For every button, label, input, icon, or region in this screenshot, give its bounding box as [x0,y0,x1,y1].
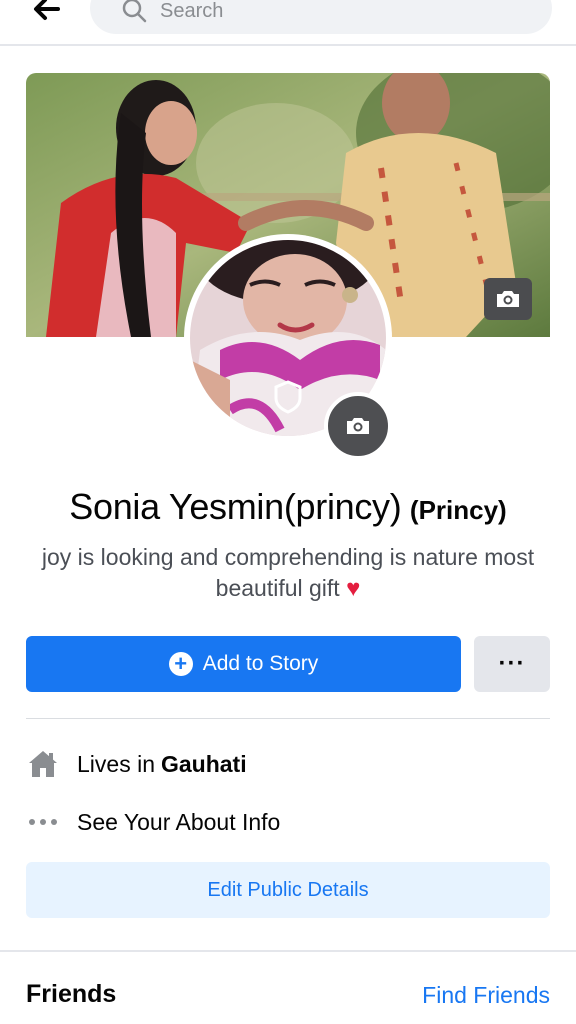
search-placeholder: Search [160,0,224,22]
ellipsis-icon [26,805,60,839]
edit-cover-photo-button[interactable] [484,278,532,320]
profile-alternate-name: (Princy) [409,495,507,525]
add-to-story-button[interactable]: + Add to Story [26,636,461,692]
camera-icon [347,418,369,434]
lives-in-city[interactable]: Gauhati [161,751,247,778]
more-dots-icon: ··· [498,650,526,677]
profile-bio: joy is looking and comprehending is natu… [40,542,536,604]
section-divider [0,950,576,952]
divider [26,718,550,719]
profile-name: Sonia Yesmin(princy) [69,486,402,527]
home-icon [26,747,60,781]
camera-icon [497,291,519,307]
arrow-left-icon [34,0,60,20]
bio-text: joy is looking and comprehending is natu… [41,544,535,601]
plus-circle-icon: + [168,652,193,676]
see-about-info-row[interactable]: See Your About Info [26,802,550,842]
edit-profile-photo-button[interactable] [324,392,392,460]
find-friends-link[interactable]: Find Friends [422,982,550,1009]
add-to-story-label: Add to Story [202,652,319,675]
back-button[interactable] [26,0,66,26]
edit-public-details-label: Edit Public Details [207,878,369,901]
more-options-button[interactable]: ··· [474,636,550,692]
see-about-info-label: See Your About Info [77,808,281,835]
profile-name-row: Sonia Yesmin(princy) (Princy) [0,486,576,528]
top-bar: Search [0,0,576,46]
friends-section-title: Friends [26,980,117,1008]
search-icon [122,0,147,23]
heart-emoji-icon: ♥ [346,575,361,602]
search-input[interactable]: Search [90,0,552,34]
lives-in-row: Lives in Gauhati [26,744,550,784]
edit-public-details-button[interactable]: Edit Public Details [26,862,550,918]
lives-in-prefix: Lives in [77,750,155,777]
